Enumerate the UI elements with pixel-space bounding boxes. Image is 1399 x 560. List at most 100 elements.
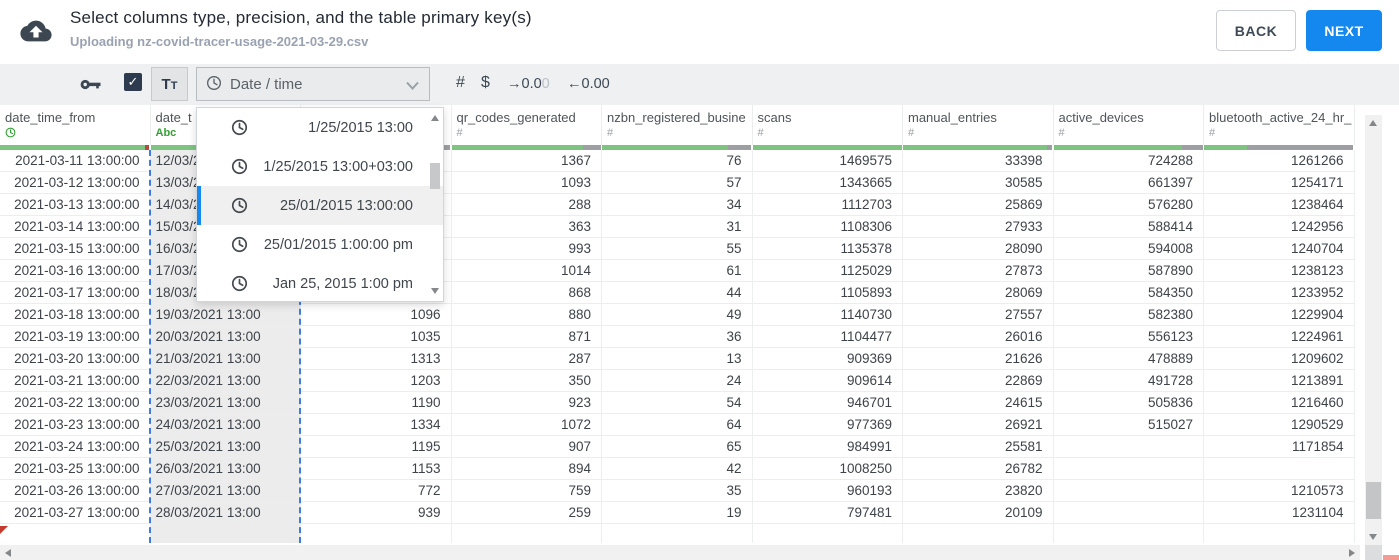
vertical-scrollbar-thumb[interactable]	[1366, 482, 1381, 519]
table-cell: 923	[451, 392, 602, 414]
dropdown-option-label: 25/01/2015 1:00:00 pm	[263, 236, 413, 253]
dropdown-option-label: Jan 25, 2015 1:00 pm	[272, 275, 413, 292]
dropdown-option[interactable]: Jan 25, 2015 1:00 pm	[197, 264, 443, 303]
table-cell: 1108306	[752, 216, 903, 238]
column-header-nzbn_registered_busine[interactable]: nzbn_registered_busine #	[602, 105, 753, 145]
table-cell: 21/03/2021 13:00	[150, 348, 301, 370]
number-type-button[interactable]: #	[456, 74, 465, 92]
next-button[interactable]: NEXT	[1306, 10, 1382, 51]
table-cell: 1334	[301, 414, 452, 436]
increase-decimal-button[interactable]: →0.00	[507, 76, 550, 92]
horizontal-scrollbar[interactable]	[0, 545, 1360, 560]
table-cell: 27873	[903, 260, 1054, 282]
column-header-manual_entries[interactable]: manual_entries #	[903, 105, 1054, 145]
boolean-type-checkbox[interactable]: ✓	[124, 73, 142, 91]
table-cell: 1195	[301, 436, 452, 458]
table-cell: 1190	[301, 392, 452, 414]
column-header-date_time_from[interactable]: date_time_from	[0, 105, 151, 145]
table-cell: 34	[602, 194, 753, 216]
table-cell: 22869	[903, 370, 1054, 392]
dropdown-option[interactable]: 25/01/2015 13:00:00	[197, 186, 443, 225]
dropdown-option[interactable]: 1/25/2015 13:00+03:00	[197, 147, 443, 186]
table-cell: 2021-03-22 13:00:00	[0, 392, 151, 414]
table-cell: 61	[602, 260, 753, 282]
table-cell: 871	[451, 326, 602, 348]
table-cell: 1224961	[1204, 326, 1355, 348]
dropdown-scrollbar[interactable]	[428, 109, 442, 300]
back-button[interactable]: BACK	[1216, 10, 1296, 51]
scroll-right-arrow[interactable]	[1349, 549, 1355, 557]
table-cell: 1213891	[1204, 370, 1355, 392]
table-cell: 587890	[1053, 260, 1204, 282]
currency-type-button[interactable]: $	[481, 74, 490, 92]
primary-key-icon[interactable]	[80, 77, 102, 92]
import-wizard-page: Select columns type, precision, and the …	[0, 0, 1399, 560]
column-type-indicator: #	[456, 127, 463, 139]
column-header-scans[interactable]: scans #	[753, 105, 903, 145]
table-cell: 28090	[903, 238, 1054, 260]
column-type-indicator: #	[1209, 127, 1216, 139]
table-cell: 24	[602, 370, 753, 392]
table-cell: 13	[602, 348, 753, 370]
decrease-decimal-button[interactable]: ←0.00	[567, 76, 610, 92]
table-cell: 2021-03-14 13:00:00	[0, 216, 151, 238]
clock-icon	[231, 158, 248, 175]
table-cell: 1153	[301, 458, 452, 480]
scroll-down-arrow[interactable]	[1369, 534, 1377, 540]
table-cell	[903, 524, 1054, 543]
datetime-format-dropdown: 1/25/2015 13:00 1/25/2015 13:00+03:00 25/0…	[196, 107, 444, 302]
column-type-indicator: #	[607, 127, 614, 139]
column-name: scans	[757, 110, 792, 125]
text-type-button[interactable]: Tt	[151, 67, 188, 101]
column-header-active_devices[interactable]: active_devices #	[1054, 105, 1204, 145]
table-cell: 35	[602, 480, 753, 502]
table-cell: 2021-03-21 13:00:00	[0, 370, 151, 392]
dropdown-scroll-down-arrow[interactable]	[431, 288, 439, 294]
column-header-bluetooth_active_24_hr_[interactable]: bluetooth_active_24_hr_ #	[1204, 105, 1355, 145]
table-cell: 76	[602, 150, 753, 172]
table-cell: 25/03/2021 13:00	[150, 436, 301, 458]
column-header-qr_codes_generated[interactable]: qr_codes_generated #	[452, 105, 602, 145]
column-name: manual_entries	[908, 110, 997, 125]
table-cell: 1105893	[752, 282, 903, 304]
table-cell: 584350	[1053, 282, 1204, 304]
scroll-left-arrow[interactable]	[5, 549, 11, 557]
table-cell	[1204, 458, 1355, 480]
table-cell: 287	[451, 348, 602, 370]
table-cell: 33398	[903, 150, 1054, 172]
clock-type-icon	[5, 127, 146, 140]
table-cell: 2021-03-23 13:00:00	[0, 414, 151, 436]
table-cell: 26782	[903, 458, 1054, 480]
datetime-format-select[interactable]: Date / time	[196, 67, 430, 101]
table-cell: 19	[602, 502, 753, 524]
table-cell	[1053, 524, 1204, 543]
table-cell	[1053, 502, 1204, 524]
table-cell: 1261266	[1204, 150, 1355, 172]
table-cell: 1254171	[1204, 172, 1355, 194]
dropdown-option-label: 1/25/2015 13:00+03:00	[263, 158, 413, 175]
table-cell: 1238464	[1204, 194, 1355, 216]
dropdown-option[interactable]: 1/25/2015 13:00	[197, 108, 443, 147]
table-cell: 478889	[1053, 348, 1204, 370]
table-cell: 977369	[752, 414, 903, 436]
cloud-upload-icon	[20, 20, 52, 42]
vertical-scrollbar[interactable]	[1365, 115, 1382, 545]
table-cell: 19/03/2021 13:00	[150, 304, 301, 326]
table-cell: 2021-03-25 13:00:00	[0, 458, 151, 480]
table-cell: 1231104	[1204, 502, 1355, 524]
column-name: active_devices	[1058, 110, 1144, 125]
dropdown-scrollbar-thumb[interactable]	[430, 163, 440, 189]
table-cell	[602, 524, 753, 543]
column-name: date_time_from	[5, 110, 96, 125]
table-cell: 1140730	[752, 304, 903, 326]
dropdown-scroll-up-arrow[interactable]	[431, 115, 439, 121]
dropdown-option[interactable]: 25/01/2015 1:00:00 pm	[197, 225, 443, 264]
table-cell: 26921	[903, 414, 1054, 436]
selected-option-bar	[197, 186, 201, 225]
table-cell: 772	[301, 480, 452, 502]
clock-icon	[231, 197, 248, 214]
table-cell: 1035	[301, 326, 452, 348]
table-cell: 27/03/2021 13:00	[150, 480, 301, 502]
scroll-up-arrow[interactable]	[1369, 120, 1377, 126]
table-cell: 31	[602, 216, 753, 238]
